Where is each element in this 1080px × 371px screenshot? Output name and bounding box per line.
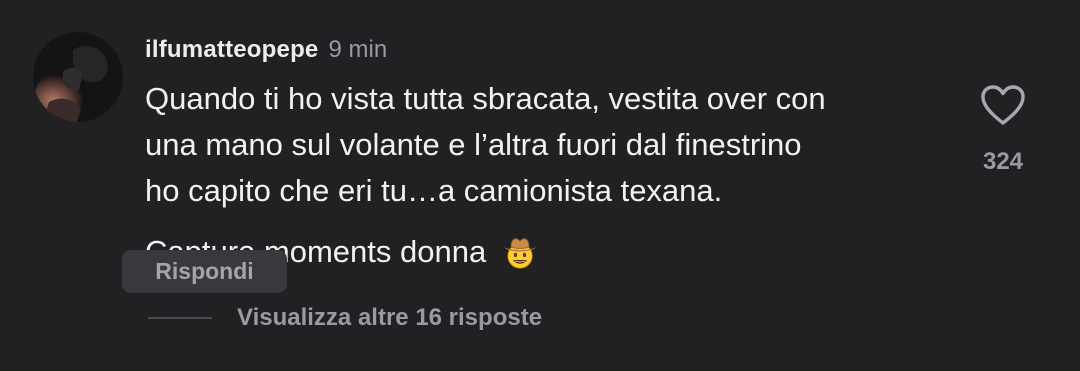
replies-divider: [148, 317, 212, 319]
username[interactable]: ilfumatteopepe: [145, 36, 318, 64]
view-more-replies-button[interactable]: Visualizza altre 16 risposte: [148, 300, 542, 336]
like-count: 324: [982, 148, 1024, 175]
avatar[interactable]: [33, 32, 123, 122]
cowboy-hat-face-emoji-icon: [502, 234, 538, 270]
like-button[interactable]: [978, 84, 1028, 130]
comment-text-line: Quando ti ho vista tutta sbracata, vesti…: [145, 81, 826, 116]
comment-text: Quando ti ho vista tutta sbracata, vesti…: [145, 76, 945, 275]
heart-icon: [980, 84, 1026, 131]
view-more-replies-label: Visualizza altre 16 risposte: [237, 304, 543, 331]
reply-button[interactable]: Rispondi: [122, 250, 287, 293]
comment-text-line: ho capito che eri tu…a camionista texana…: [145, 173, 723, 208]
comment-item: ilfumatteopepe 9 min Quando ti ho vista …: [0, 0, 1080, 371]
comment-text-line: una mano sul volante e l’altra fuori dal…: [145, 127, 802, 162]
comment-meta: ilfumatteopepe 9 min: [145, 36, 387, 66]
timestamp: 9 min: [328, 36, 388, 63]
